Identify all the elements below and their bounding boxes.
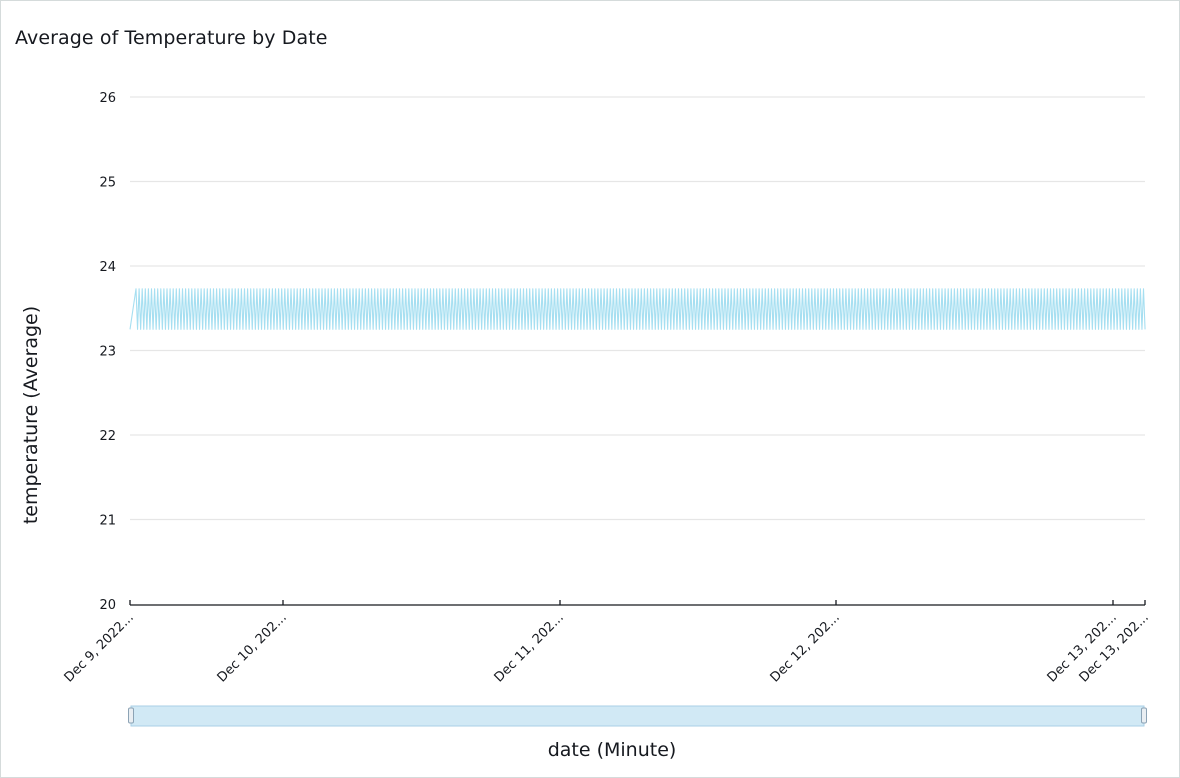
y-tick-label: 26 <box>99 91 116 106</box>
x-tick-label: Dec 10, 202... <box>215 610 290 685</box>
y-tick-label: 24 <box>99 260 116 275</box>
x-tick-label: Dec 11, 202... <box>492 610 567 685</box>
y-tick-label: 20 <box>99 598 116 613</box>
x-tick-label: Dec 12, 202... <box>768 610 843 685</box>
series-line <box>129 288 1146 330</box>
y-tick-label: 25 <box>99 176 116 191</box>
range-slider[interactable] <box>128 705 1147 727</box>
x-axis-title: date (Minute) <box>548 739 677 761</box>
range-slider-track[interactable] <box>130 705 1145 727</box>
y-axis-ticks: 20 21 22 23 24 25 26 <box>99 91 116 613</box>
range-slider-right-handle[interactable] <box>1141 707 1147 724</box>
y-tick-label: 23 <box>99 345 116 360</box>
series-temperature <box>129 288 1146 330</box>
y-tick-label: 21 <box>99 514 116 529</box>
x-axis-ticks: Dec 9, 2022... Dec 10, 202... Dec 11, 202.… <box>62 600 1152 685</box>
range-slider-left-handle[interactable] <box>128 707 134 724</box>
x-tick-label: Dec 9, 2022... <box>62 610 137 685</box>
y-axis-title: temperature (Average) <box>20 306 42 524</box>
y-tick-label: 22 <box>99 429 116 444</box>
line-chart: 20 21 22 23 24 25 26 Dec 9, 2022... Dec 10, 202… <box>20 91 1152 761</box>
